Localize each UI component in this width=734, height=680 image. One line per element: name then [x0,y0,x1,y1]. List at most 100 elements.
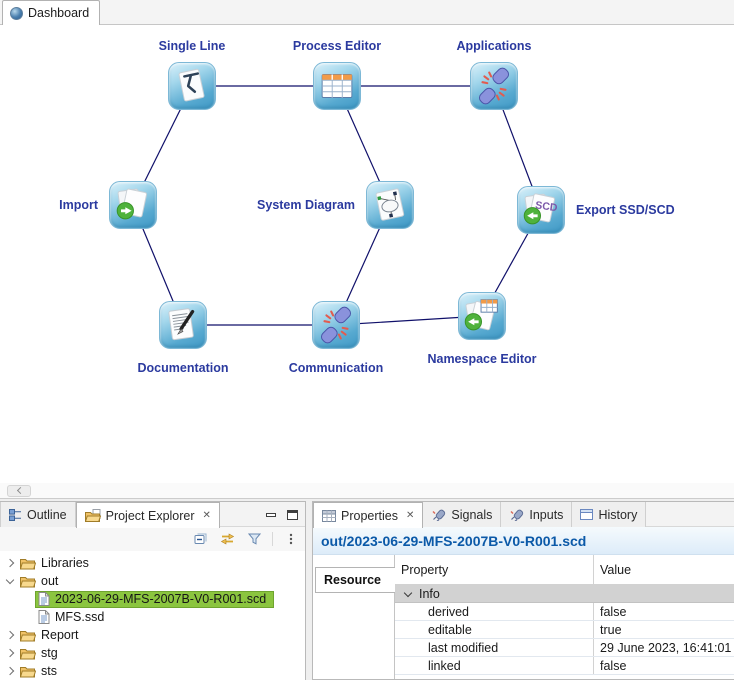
editor-horizontal-scrollbar[interactable] [0,483,734,498]
category-label: Info [419,587,440,601]
dashboard-node-documentation: Documentation [159,301,207,349]
tree-item-label: 2023-06-29-MFS-2007B-V0-R001.scd [55,592,266,606]
dashboard-node-process-editor: Process Editor [313,62,361,110]
bottom-panel-area: Outline Project Explorer [0,498,734,680]
process-editor-icon[interactable] [313,62,361,110]
scroll-left-button[interactable] [7,485,31,497]
chevron-right-icon[interactable] [6,667,14,675]
properties-table: Property Value Info derived false editab… [395,555,734,679]
single-line-icon[interactable] [168,62,216,110]
folder-icon [20,647,36,660]
property-value: true [593,621,734,638]
chevron-right-icon[interactable] [6,631,14,639]
export-ssd-scd-icon[interactable]: SCD [517,186,565,234]
tab-outline[interactable]: Outline [0,502,76,527]
filter-button[interactable] [245,530,263,548]
dashboard-icon [10,7,23,20]
properties-side-tabs: Resource [313,555,395,679]
tab-dashboard[interactable]: Dashboard [2,0,100,25]
dashboard-node-applications: Applications [470,62,518,110]
node-label: Single Line [159,39,226,53]
explorer-tabbar: Outline Project Explorer [0,502,305,527]
properties-panel: Properties Signals Inputs [312,501,734,680]
import-icon[interactable] [109,181,157,229]
close-icon[interactable] [203,511,211,521]
dashboard-node-single-line: Single Line [168,62,216,110]
selected-file-highlight[interactable]: 2023-06-29-MFS-2007B-V0-R001.scd [35,591,274,608]
property-name: last modified [395,641,593,655]
maximize-button[interactable] [287,510,298,520]
tab-signals-label: Signals [451,508,492,522]
tab-project-explorer[interactable]: Project Explorer [76,502,220,528]
dashboard-node-system-diagram: System Diagram [366,181,414,229]
tab-signals[interactable]: Signals [423,502,501,527]
node-label: Export SSD/SCD [576,203,675,217]
tree-item-label: MFS.ssd [55,610,104,624]
node-label: Applications [456,39,531,53]
folder-icon [20,629,36,642]
chevron-down-icon[interactable] [6,576,14,584]
dashboard-node-export-ssd-scd: Export SSD/SCD SCD [517,186,565,234]
tab-history[interactable]: History [572,502,646,527]
project-tree: Libraries out 2023-06-29-MFS-2007 [0,551,305,680]
tab-resource[interactable]: Resource [315,567,395,593]
column-header-value[interactable]: Value [593,555,734,584]
property-row-last-modified[interactable]: last modified 29 June 2023, 16:41:01 [395,639,734,657]
documentation-icon[interactable] [159,301,207,349]
tree-item-scd-file[interactable]: 2023-06-29-MFS-2007B-V0-R001.scd [0,590,305,608]
property-row-linked[interactable]: linked false [395,657,734,675]
tree-item-ssd-file[interactable]: MFS.ssd [0,608,305,626]
tree-item-label: out [41,574,58,588]
editor-tabbar: Dashboard [0,0,734,25]
system-diagram-icon[interactable] [366,181,414,229]
connection-lines [0,26,734,483]
input-plug-icon [509,509,524,521]
property-name: editable [395,623,593,637]
node-label: Process Editor [293,39,381,53]
dashboard-node-communication: Communication [312,301,360,349]
applications-icon[interactable] [470,62,518,110]
chevron-down-icon[interactable] [404,588,412,596]
collapse-all-button[interactable] [191,530,209,548]
tab-project-explorer-label: Project Explorer [106,509,195,523]
dashboard-canvas: Single Line Process Editor [0,26,734,483]
history-icon [580,509,593,520]
tab-inputs-label: Inputs [529,508,563,522]
property-row-derived[interactable]: derived false [395,603,734,621]
tree-item-stg[interactable]: stg [0,644,305,662]
tree-item-sts[interactable]: sts [0,662,305,680]
folder-icon [20,665,36,678]
property-row-editable[interactable]: editable true [395,621,734,639]
chevron-right-icon[interactable] [6,559,14,567]
file-icon [38,592,50,606]
tree-item-report[interactable]: Report [0,626,305,644]
properties-body: Resource Property Value Info derived fal… [313,555,734,679]
tab-properties-label: Properties [341,509,398,523]
properties-icon [322,510,336,522]
tree-item-out[interactable]: out [0,572,305,590]
tab-properties[interactable]: Properties [313,502,423,528]
link-with-editor-button[interactable] [218,530,236,548]
outline-icon [9,509,22,521]
tree-item-label: Libraries [41,556,89,570]
view-menu-button[interactable] [282,530,300,548]
tree-item-libraries[interactable]: Libraries [0,554,305,572]
chevron-right-icon[interactable] [6,649,14,657]
dashboard-node-import: Import [109,181,157,229]
property-value: false [593,603,734,620]
signal-plug-icon [431,509,446,521]
folder-icon [20,557,36,570]
properties-form-header: out/2023-06-29-MFS-2007B-V0-R001.scd [313,527,734,555]
column-header-property[interactable]: Property [395,563,593,577]
property-value: 29 June 2023, 16:41:01 [593,639,734,656]
folder-icon [20,575,36,588]
tab-inputs[interactable]: Inputs [501,502,572,527]
tree-item-label: Report [41,628,79,642]
node-label: Namespace Editor [427,352,536,366]
communication-icon[interactable] [312,301,360,349]
minimize-button[interactable] [266,513,276,517]
close-icon[interactable] [406,511,414,521]
properties-tabbar: Properties Signals Inputs [313,502,734,527]
namespace-editor-icon[interactable] [458,292,506,340]
category-row-info[interactable]: Info [395,585,734,603]
